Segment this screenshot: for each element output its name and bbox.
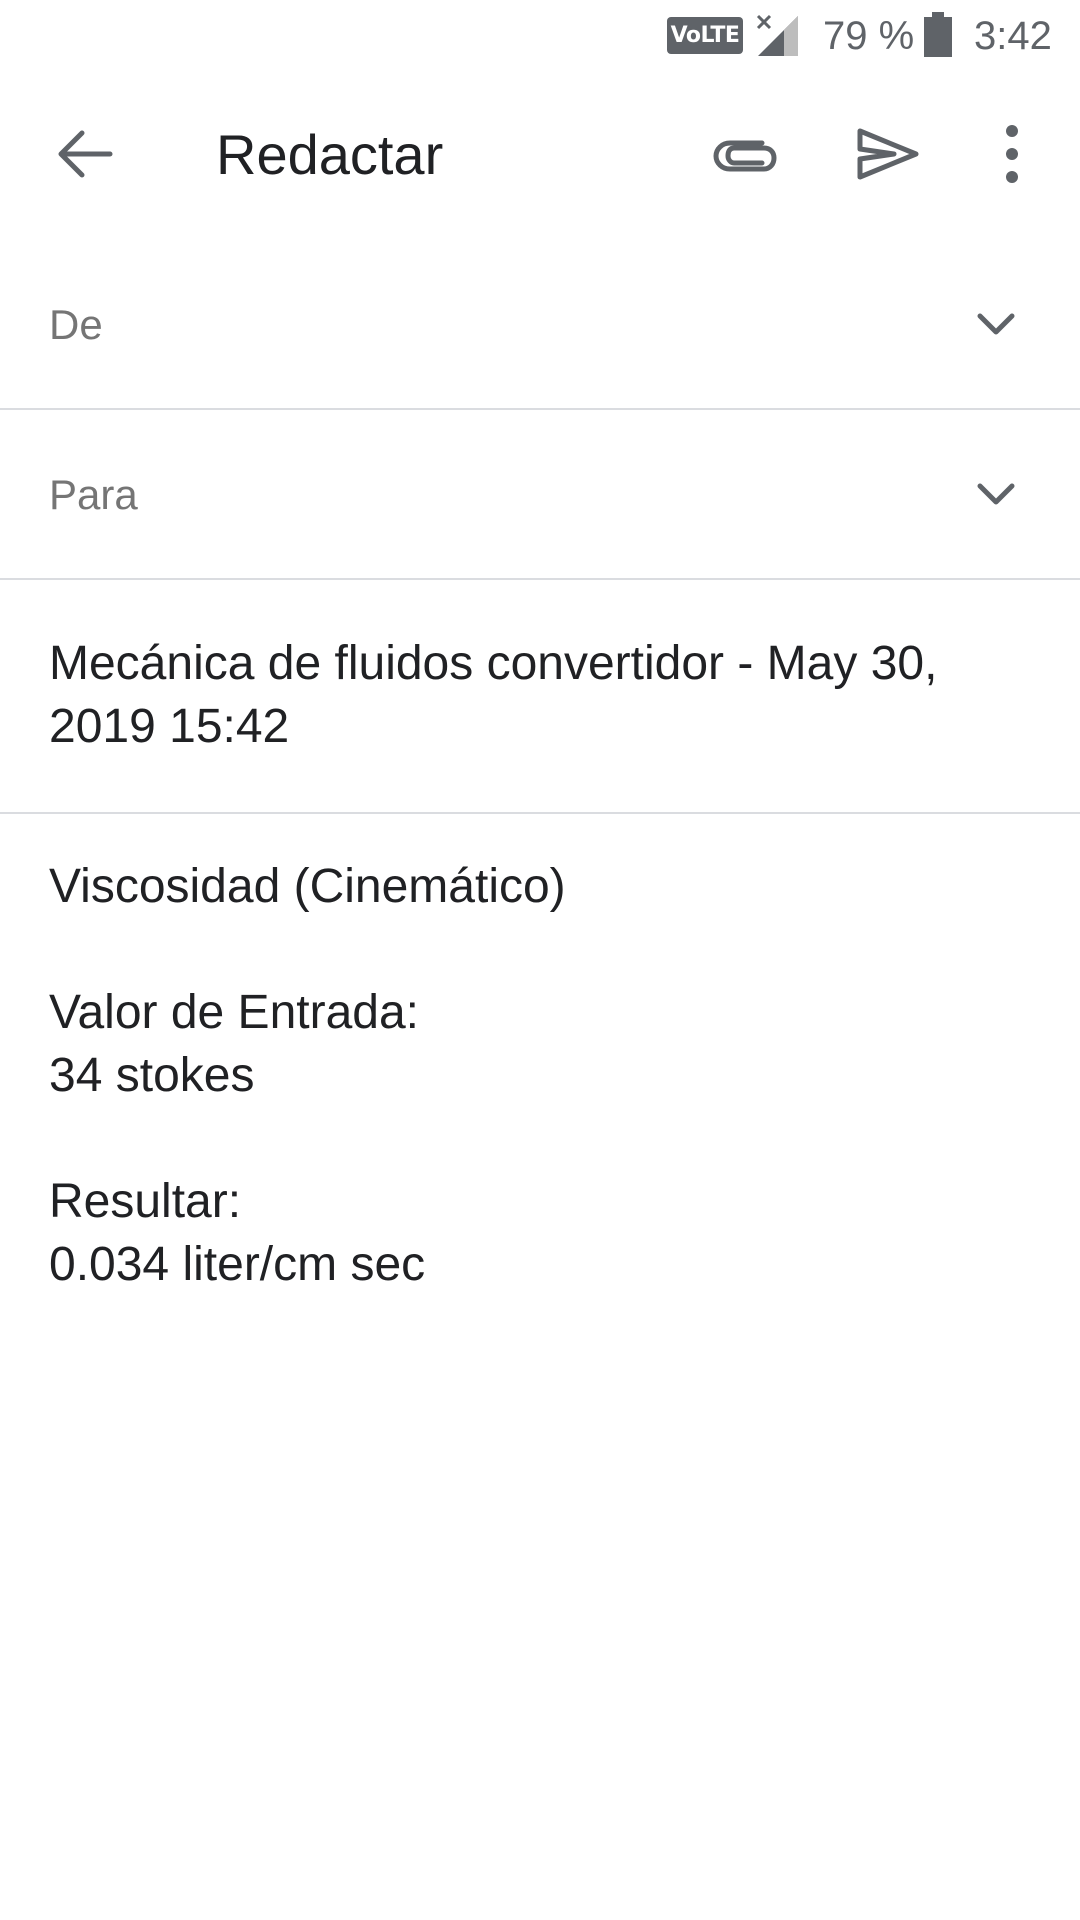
more-vert-icon: [1006, 125, 1018, 183]
to-label: Para: [49, 471, 138, 518]
body-line: [49, 1107, 1029, 1170]
battery-icon: [924, 12, 952, 57]
arrow-back-icon: [58, 130, 113, 178]
status-bar: VoLTE 79 % 3:42: [0, 0, 1080, 76]
body-line: 0.034 liter/cm sec: [49, 1238, 426, 1291]
body-line: 34 stokes: [49, 1049, 255, 1102]
compose-toolbar: Redactar: [0, 95, 1080, 215]
page-title: Redactar: [216, 123, 444, 186]
body-line: [49, 918, 1029, 981]
battery-percent: 79 %: [823, 14, 915, 58]
from-label: De: [49, 301, 103, 348]
subject-input[interactable]: Mecánica de fluidos convertidor - May 30…: [49, 632, 1029, 758]
back-button[interactable]: [40, 109, 130, 199]
body-line: Viscosidad (Cinemático): [49, 860, 566, 913]
send-icon: [857, 128, 919, 180]
email-body-input[interactable]: Viscosidad (Cinemático) Valor de Entrada…: [49, 855, 1029, 1296]
subject-field[interactable]: Mecánica de fluidos convertidor - May 30…: [0, 580, 1080, 814]
volte-badge: VoLTE: [667, 17, 743, 54]
clock: 3:42: [974, 14, 1052, 58]
more-options-button[interactable]: [982, 109, 1042, 199]
from-field[interactable]: De: [0, 230, 1080, 410]
signal-no-data-icon: [756, 14, 798, 56]
attach-button[interactable]: [700, 109, 790, 199]
send-button[interactable]: [842, 109, 932, 199]
to-field[interactable]: Para: [0, 410, 1080, 580]
body-line: Valor de Entrada:: [49, 986, 420, 1039]
body-line: Resultar:: [49, 1175, 242, 1228]
chevron-down-icon[interactable]: [966, 464, 1026, 524]
paperclip-icon: [713, 140, 777, 172]
chevron-down-icon[interactable]: [966, 294, 1026, 354]
